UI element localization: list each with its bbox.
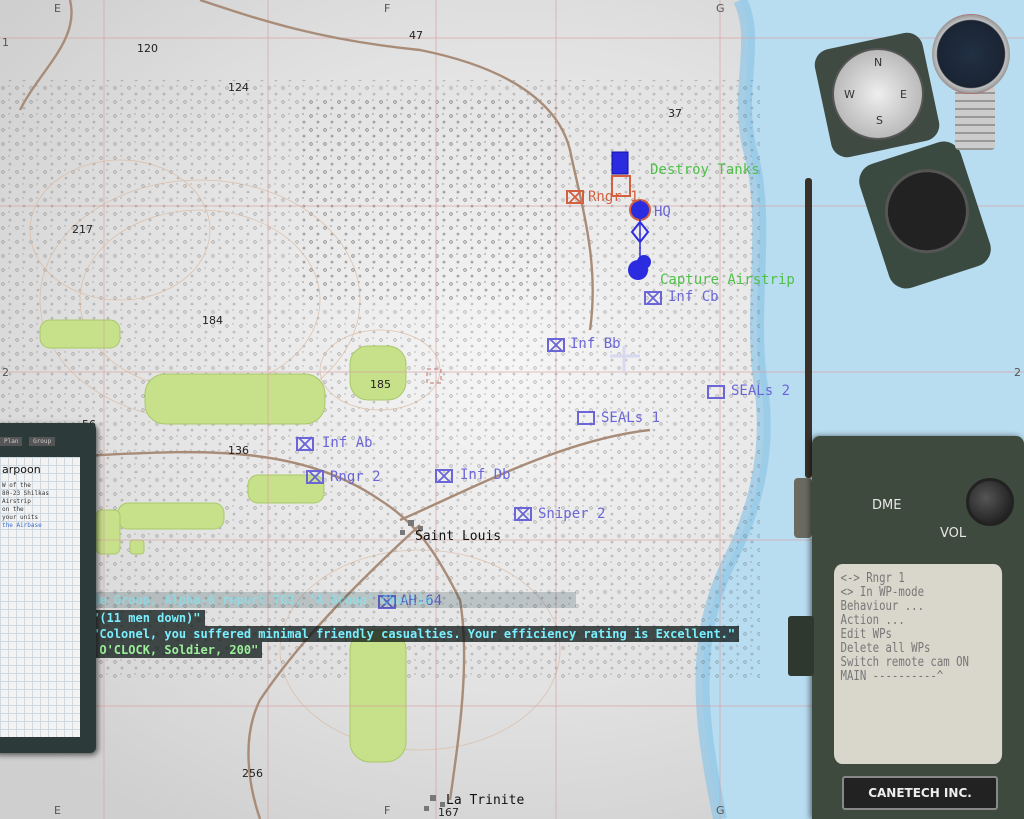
elevation-37: 37 [668,107,682,120]
unit-label-inf-cb[interactable]: Inf Cb [668,289,719,305]
unit-marker-inf-cb[interactable] [644,291,662,305]
elevation-120: 120 [137,42,158,55]
notepad-tab-plan[interactable]: Plan [0,437,23,446]
compass-north: N [874,56,883,69]
unit-label-rngr-1[interactable]: Rngr 1 [588,189,639,205]
notepad-title: arpoon [2,463,41,476]
unit-marker-sniper-2[interactable] [514,507,532,521]
notepad-line: Airstrip [2,498,31,505]
compass-dial [874,158,980,265]
vegetation-area-2 [300,100,560,300]
unit-label-inf-ab[interactable]: Inf Ab [322,435,373,451]
town-saint-louis[interactable]: Saint Louis [415,529,501,544]
elevation-185: 185 [370,378,391,391]
unit-marker-seals-1[interactable] [577,411,595,425]
notepad-line: W of the [2,482,31,489]
unit-marker-inf-ab[interactable] [296,437,314,451]
radio-antenna-base [794,478,812,538]
radio-antenna [805,178,812,478]
radio-menu-selected-unit[interactable]: <-> Rngr 1 [841,572,996,586]
chat-line-faded: Charlie Group, Alpha-6 report TG3, 'A Gr… [52,592,576,608]
radio-menu-item[interactable]: Switch remote cam ON [841,656,996,670]
radio-menu-main[interactable]: MAIN ----------^ [841,670,996,684]
grid-label-1: 1 [2,36,9,49]
unit-label-inf-bb[interactable]: Inf Bb [570,336,621,352]
unit-label-seals-2[interactable]: SEALs 2 [731,383,790,399]
elevation-124: 124 [228,81,249,94]
grid-label-f-bottom: F [384,804,391,817]
unit-label-seals-1[interactable]: SEALs 1 [601,410,660,426]
grid-label-g-bottom: G [716,804,725,817]
grid-label-2-right: 2 [1014,366,1021,379]
unit-marker-inf-db[interactable] [435,469,453,483]
watch-icon[interactable] [932,14,1010,94]
grid-label-e-top: E [54,2,61,15]
elevation-256: 256 [242,767,263,780]
radio-menu-item[interactable]: Action ... [841,614,996,628]
unit-marker-rngr-1[interactable] [566,190,584,204]
compass-icon[interactable]: N W E S [832,48,924,140]
notepad-line: 80-23 Shilkas [2,490,49,497]
radio-menu-item[interactable]: Edit WPs [841,628,996,642]
unit-marker-inf-bb[interactable] [547,338,565,352]
radio-clip [788,616,814,676]
elevation-47: 47 [409,29,423,42]
compass-south: S [876,114,883,127]
unit-marker-seals-2[interactable] [707,385,725,399]
notepad-line: the Airbase [2,522,42,529]
chat-line-2: TG3: "Colonel, you suffered minimal frie… [52,626,740,642]
elevation-184: 184 [202,314,223,327]
radio-menu-item[interactable]: <> In WP-mode [841,586,996,600]
grid-label-e-bottom: E [54,804,61,817]
notepad-tabs: Plan Group [0,437,86,455]
notepad-tab-group[interactable]: Group [29,437,56,446]
notepad-line: your units [2,514,39,521]
elevation-136: 136 [228,444,249,457]
notepad-paper: arpoon W of the 80-23 Shilkas Airstrip o… [0,457,80,737]
compass-east: E [900,88,907,101]
watch-band [955,86,995,150]
radio-menu-item[interactable]: Delete all WPs [841,642,996,656]
unit-label-sniper-2[interactable]: Sniper 2 [538,506,605,522]
radio-vol-label: VOL [940,526,967,541]
notepad-line: on the [2,506,24,513]
unit-label-rngr-2[interactable]: Rngr 2 [330,469,381,485]
radio-menu-item[interactable]: Behaviour ... [841,600,996,614]
radio-dme-label: DME [872,498,902,513]
grid-label-g-top: G [716,2,725,15]
radio-brand-label: CANETECH INC. [842,776,998,810]
town-la-trinite[interactable]: La Trinite [446,793,524,808]
compass-west: W [844,88,855,101]
objective-capture-airstrip[interactable]: Capture Airstrip [660,272,795,288]
volume-knob[interactable] [966,478,1014,526]
briefing-notepad[interactable]: Plan Group arpoon W of the 80-23 Shilkas… [0,423,96,753]
radio-device[interactable]: DME VOL <-> Rngr 1 <> In WP-mode Behavio… [788,436,1024,819]
unit-label-inf-db[interactable]: Inf Db [460,467,511,483]
grid-label-f-top: F [384,2,391,15]
unit-label-hq[interactable]: HQ [654,204,671,220]
elevation-217: 217 [72,223,93,236]
radio-menu-screen: <-> Rngr 1 <> In WP-mode Behaviour ... A… [834,564,1003,764]
objective-destroy-tanks[interactable]: Destroy Tanks [650,162,760,178]
unit-marker-rngr-2[interactable] [306,470,324,484]
grid-label-2: 2 [2,366,9,379]
